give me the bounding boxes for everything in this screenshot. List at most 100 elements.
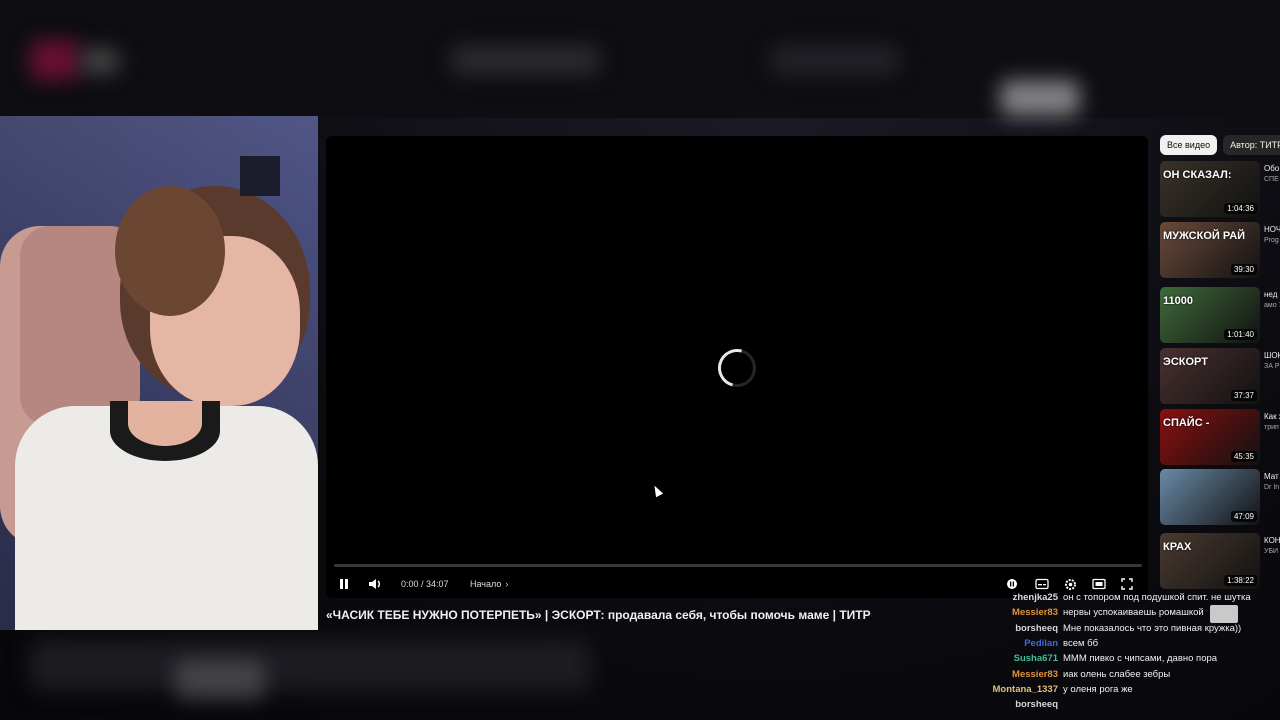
chat-message: Susha671 МММ пивко с чипсами, давно пора: [960, 653, 1280, 667]
chat-username[interactable]: Montana_1337: [993, 684, 1058, 695]
time-display: 0:00 / 34:07: [401, 579, 449, 589]
blurred-browser-header: [0, 0, 1280, 118]
chat-username[interactable]: borsheeq: [1015, 623, 1058, 634]
recommendation-channel: Prog 4,5 м: [1264, 237, 1280, 244]
recommendation-filters: Все видео Автор: ТИТР: [1160, 135, 1280, 155]
mouse-cursor-icon: [650, 483, 664, 498]
video-thumbnail[interactable]: ЭСКОРТ 37:37: [1160, 348, 1260, 404]
recommendation-channel: амо 734: [1264, 302, 1280, 309]
thumbnail-text: 11000: [1163, 295, 1193, 307]
loading-spinner-icon: [711, 342, 763, 394]
duration-badge: 45:35: [1230, 451, 1257, 462]
recommendation-meta: НОЧ БОР Prog 4,5 м: [1264, 224, 1280, 246]
video-thumbnail[interactable]: СПАЙС - 45:35: [1160, 409, 1260, 465]
video-thumbnail[interactable]: КРАХ 1:38:22: [1160, 533, 1260, 589]
thumbnail-text: ЭСКОРТ: [1163, 356, 1208, 368]
video-thumbnail[interactable]: ОН СКАЗАЛ: 1:04:36: [1160, 161, 1260, 217]
chat-text: МММ пивко с чипсами, давно пора: [1063, 653, 1218, 665]
volume-button[interactable]: [368, 576, 382, 592]
chat-message: zhenjka25 он с топором под подушкой спит.…: [960, 592, 1280, 606]
duration-badge: 1:04:36: [1224, 203, 1257, 214]
duration-badge: 37:37: [1230, 390, 1257, 401]
video-player[interactable]: 0:00 / 34:07 Начало ›: [326, 136, 1148, 598]
chat-username[interactable]: zhenjka25: [1013, 592, 1058, 603]
recommendation-meta: Обо онл СПЕ 1,5 м: [1264, 163, 1280, 185]
recommendation-meta: Мат Дев Dr In 12 м: [1264, 471, 1280, 493]
subtitles-icon: [1035, 578, 1049, 590]
chat-text: у оленя рога же: [1063, 683, 1133, 695]
recommendation-item[interactable]: 11000 1:01:40 нед амо 734: [1160, 287, 1280, 343]
chat-username[interactable]: Messier83: [1012, 669, 1058, 680]
chat-username[interactable]: Susha671: [1014, 653, 1058, 664]
recommendation-item[interactable]: ОН СКАЗАЛ: 1:04:36 Обо онл СПЕ 1,5 м: [1160, 161, 1280, 217]
thumbnail-text: ОН СКАЗАЛ:: [1163, 169, 1232, 181]
chat-text: всем бб: [1063, 637, 1099, 649]
chat-text: он с топором под подушкой спит. не шутка: [1063, 592, 1251, 603]
duration-badge: 1:38:22: [1224, 575, 1257, 586]
chat-message: Messier83 иак олень слабее зебры: [960, 669, 1280, 683]
streamer-webcam: [0, 116, 318, 630]
recommendation-title[interactable]: Обо онл: [1264, 163, 1280, 174]
thumbnail-text: СПАЙС -: [1163, 417, 1210, 429]
chat-message: borsheeq: [960, 699, 1280, 713]
recommendation-meta: КОН МОГ УБИ 21 т: [1264, 535, 1280, 557]
video-thumbnail[interactable]: МУЖСКОЙ РАЙ 39:30: [1160, 222, 1260, 278]
filter-chip-all[interactable]: Все видео: [1160, 135, 1218, 155]
stream-screen: { "player": { "time": "0:00 / 34:07", "c…: [0, 0, 1280, 720]
chat-username[interactable]: Messier83: [1012, 607, 1058, 618]
recommendation-item[interactable]: 47:09 Мат Дев Dr In 12 м: [1160, 469, 1280, 525]
recommendation-channel: ЗА Р 646: [1264, 363, 1280, 370]
chat-message: borsheeq Мне показалось что это пивная кр…: [960, 623, 1280, 637]
chat-text: нервы успокаиваешь ромашкой: [1063, 607, 1204, 619]
recommendation-item[interactable]: ЭСКОРТ 37:37 ШОК ЭСК ЗА Р 646: [1160, 348, 1280, 404]
recommendation-item[interactable]: КРАХ 1:38:22 КОН МОГ УБИ 21 т: [1160, 533, 1280, 589]
chat-text: иак олень слабее зебры: [1063, 668, 1171, 680]
pause-button[interactable]: [338, 576, 350, 592]
recommendation-item[interactable]: СПАЙС - 45:35 Как жиз трип 214: [1160, 409, 1280, 465]
duration-badge: 39:30: [1230, 264, 1257, 275]
autoplay-toggle[interactable]: [1006, 576, 1018, 592]
recommendation-title[interactable]: НОЧ БОР: [1264, 224, 1280, 235]
chat-message: Montana_1337 у оленя рога же: [960, 684, 1280, 698]
recommendation-title[interactable]: нед: [1264, 289, 1280, 300]
volume-icon: [369, 579, 380, 589]
recommendation-title[interactable]: Как жиз: [1264, 411, 1280, 422]
video-title: «ЧАСИК ТЕБЕ НУЖНО ПОТЕРПЕТЬ» | ЭСКОРТ: п…: [326, 608, 871, 622]
recommendation-meta: нед амо 734: [1264, 289, 1280, 311]
filter-chip-author[interactable]: Автор: ТИТР: [1223, 135, 1280, 155]
subtitles-button[interactable]: [1035, 576, 1049, 592]
recommendation-channel: Dr In 12 м: [1264, 484, 1280, 491]
chat-message: Pedilan всем бб: [960, 638, 1280, 652]
recommendation-channel: УБИ 21 т: [1264, 548, 1280, 555]
duration-badge: 1:01:40: [1224, 329, 1257, 340]
fullscreen-button[interactable]: [1121, 576, 1133, 592]
autoplay-icon: [1007, 579, 1017, 589]
recommendation-channel: СПЕ 1,5 м: [1264, 176, 1280, 183]
progress-bar[interactable]: [334, 564, 1142, 567]
fullscreen-icon: [1121, 578, 1133, 590]
recommendation-title[interactable]: КОН МОГ: [1264, 535, 1280, 546]
pause-icon: [340, 579, 348, 589]
recommendation-title[interactable]: ШОК ЭСК: [1264, 350, 1280, 361]
video-thumbnail[interactable]: 47:09: [1160, 469, 1260, 525]
chat-message: Messier83 нервы успокаиваешь ромашкой: [960, 607, 1280, 621]
blurred-bottom-highlight: [175, 660, 265, 700]
thumbnail-text: МУЖСКОЙ РАЙ: [1163, 230, 1246, 242]
chapter-label: Начало: [470, 579, 502, 589]
recommendation-item[interactable]: МУЖСКОЙ РАЙ 39:30 НОЧ БОР Prog 4,5 м: [1160, 222, 1280, 278]
blurred-bottom-area: [30, 640, 590, 690]
chapter-button[interactable]: Начало ›: [470, 576, 508, 592]
miniplayer-button[interactable]: [1092, 576, 1106, 592]
recommendation-title[interactable]: Мат Дев: [1264, 471, 1280, 482]
recommendation-meta: Как жиз трип 214: [1264, 411, 1280, 433]
duration-badge: 47:09: [1230, 511, 1257, 522]
recommendation-channel: трип 214: [1264, 424, 1280, 431]
settings-button[interactable]: [1064, 576, 1077, 592]
recommendation-meta: ШОК ЭСК ЗА Р 646: [1264, 350, 1280, 372]
chat-username[interactable]: Pedilan: [1024, 638, 1058, 649]
chevron-right-icon: ›: [505, 579, 509, 589]
chat-username[interactable]: borsheeq: [1015, 699, 1058, 710]
gear-icon: [1065, 578, 1076, 590]
video-thumbnail[interactable]: 11000 1:01:40: [1160, 287, 1260, 343]
thumbnail-text: КРАХ: [1163, 541, 1192, 553]
